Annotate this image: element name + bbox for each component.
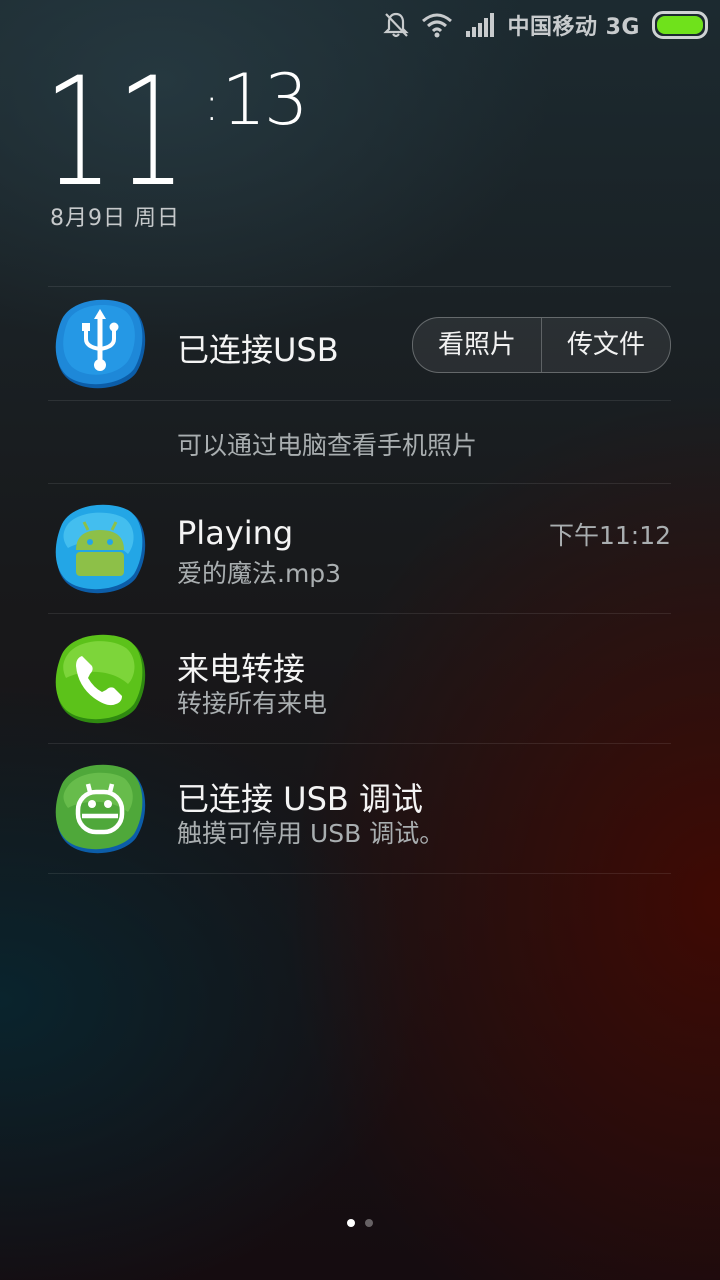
carrier-label: 中国移动 3G <box>507 15 640 40</box>
notification-usb-debug[interactable]: 已连接 USB 调试 触摸可停用 USB 调试。 <box>48 744 671 873</box>
notification-usb-detail[interactable]: 可以通过电脑查看手机照片 <box>48 401 671 483</box>
notification-music[interactable]: Playing 爱的魔法.mp3 下午11:12 <box>48 484 671 613</box>
battery-level <box>657 16 703 34</box>
status-bar: 中国移动 3G <box>0 0 720 50</box>
status-icons: 中国移动 3G <box>383 10 708 40</box>
divider <box>48 873 671 874</box>
notification-music-subtitle: 爱的魔法.mp3 <box>177 559 342 588</box>
usb-icon <box>55 299 146 389</box>
transfer-files-button[interactable]: 传文件 <box>540 318 670 372</box>
bell-muted-icon <box>383 12 410 38</box>
page-dot-active <box>347 1219 355 1227</box>
phone-icon <box>55 634 146 724</box>
battery-icon <box>652 11 708 39</box>
notification-list: 已连接USB 看照片 传文件 可以通过电脑查看手机照片 Playing 爱的魔法… <box>48 286 671 874</box>
clock-hour: 11 <box>44 46 191 220</box>
notification-music-time: 下午11:12 <box>548 521 671 550</box>
lockscreen-clock: 11 :13 <box>44 46 309 220</box>
clock-date: 8月9日 周日 <box>50 206 180 231</box>
notification-usb-title: 已连接USB <box>177 331 339 369</box>
page-indicator <box>0 1219 720 1227</box>
clock-minute-group: :13 <box>204 59 309 141</box>
android-icon <box>55 504 146 594</box>
clock-minute: 13 <box>221 59 309 141</box>
wifi-icon <box>422 13 453 38</box>
notification-usb-subtitle: 可以通过电脑查看手机照片 <box>177 431 478 460</box>
signal-icon <box>466 13 495 37</box>
android-debug-icon <box>55 764 146 854</box>
clock-colon: : <box>204 77 219 131</box>
notification-usb[interactable]: 已连接USB 看照片 传文件 <box>48 287 671 400</box>
usb-action-buttons: 看照片 传文件 <box>411 317 671 373</box>
notification-music-title: Playing <box>177 514 294 552</box>
notification-usb-debug-subtitle: 触摸可停用 USB 调试。 <box>177 819 445 848</box>
page-dot <box>365 1219 373 1227</box>
view-photos-button[interactable]: 看照片 <box>413 318 541 372</box>
notification-call-forward-subtitle: 转接所有来电 <box>177 689 328 718</box>
notification-call-forward[interactable]: 来电转接 转接所有来电 <box>48 614 671 743</box>
